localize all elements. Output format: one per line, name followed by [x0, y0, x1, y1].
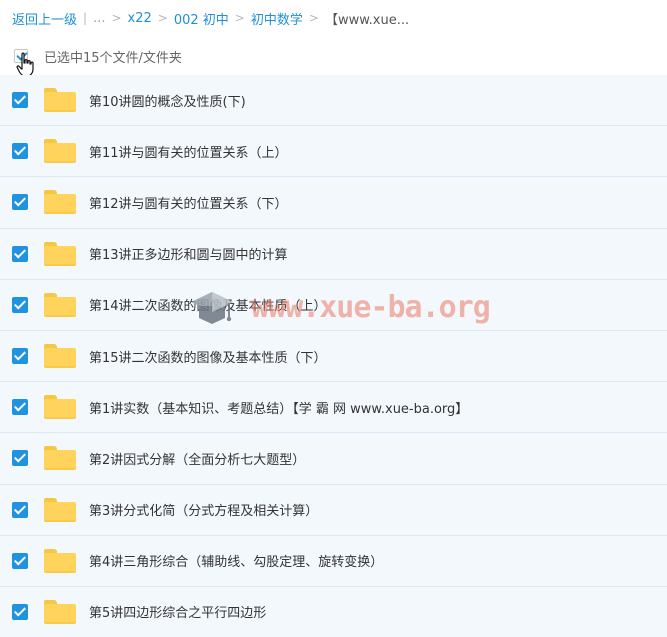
file-row[interactable]: 第12讲与圆有关的位置关系（下） — [0, 177, 667, 229]
row-checkbox[interactable] — [12, 143, 28, 160]
file-name[interactable]: 第10讲圆的概念及性质(下) — [89, 91, 246, 110]
file-name[interactable]: 第11讲与圆有关的位置关系（上） — [89, 142, 288, 161]
folder-icon — [44, 292, 76, 317]
row-checkbox[interactable] — [12, 501, 28, 518]
breadcrumb-separator: > — [111, 11, 122, 25]
folder-icon — [44, 344, 76, 369]
file-row[interactable]: 第11讲与圆有关的位置关系（上） — [0, 126, 667, 178]
file-name[interactable]: 第15讲二次函数的图像及基本性质（下） — [89, 347, 327, 366]
folder-icon — [44, 446, 76, 471]
file-row[interactable]: 第15讲二次函数的图像及基本性质（下） — [0, 330, 667, 383]
breadcrumb-current: 【www.xue... — [324, 12, 410, 28]
file-row[interactable]: 第3讲分式化简（分式方程及相关计算） — [0, 484, 667, 536]
selection-bar: 已选中15个文件/文件夹 — [14, 46, 182, 66]
row-checkbox[interactable] — [12, 603, 28, 620]
selection-count: 已选中15个文件/文件夹 — [44, 50, 182, 66]
folder-icon — [44, 599, 76, 624]
file-row[interactable]: 第2讲因式分解（全面分析七大题型） — [0, 433, 667, 485]
file-row[interactable]: 第1讲实数（基本知识、考题总结）【学 霸 网 www.xue-ba.org】 — [0, 382, 667, 434]
breadcrumb-item-math[interactable]: 初中数学 — [251, 9, 303, 28]
file-row[interactable]: 第4讲三角形综合（辅助线、勾股定理、旋转变换） — [0, 535, 667, 587]
breadcrumb-item-middle-school[interactable]: 002 初中 — [174, 9, 229, 28]
row-checkbox[interactable] — [12, 399, 28, 416]
folder-icon — [44, 497, 76, 522]
row-checkbox[interactable] — [12, 92, 28, 109]
folder-icon — [44, 139, 76, 164]
row-checkbox[interactable] — [12, 348, 28, 365]
folder-icon — [44, 548, 76, 573]
row-checkbox[interactable] — [12, 450, 28, 467]
folder-icon — [44, 88, 76, 113]
file-name[interactable]: 第1讲实数（基本知识、考题总结）【学 霸 网 www.xue-ba.org】 — [89, 398, 468, 417]
back-link[interactable]: 返回上一级 — [12, 9, 77, 28]
file-name[interactable]: 第2讲因式分解（全面分析七大题型） — [89, 449, 305, 468]
row-checkbox[interactable] — [12, 552, 28, 569]
file-name[interactable]: 第5讲四边形综合之平行四边形 — [89, 602, 266, 621]
file-name[interactable]: 第14讲二次函数的图像及基本性质（上） — [89, 295, 327, 314]
file-list: 第10讲圆的概念及性质(下) 第11讲与圆有关的位置关系（上） 第12讲与圆有关… — [0, 75, 667, 637]
file-name[interactable]: 第12讲与圆有关的位置关系（下） — [89, 193, 288, 212]
file-row[interactable]: 第10讲圆的概念及性质(下) — [0, 75, 667, 127]
folder-icon — [44, 241, 76, 266]
file-browser: 返回上一级 | ... > x22 > 002 初中 > 初中数学 > 【www… — [0, 0, 667, 637]
file-row[interactable]: 第14讲二次函数的图像及基本性质（上） — [0, 279, 667, 331]
breadcrumb-separator: > — [157, 11, 168, 25]
file-row[interactable]: 第5讲四边形综合之平行四边形 — [0, 586, 667, 637]
file-name[interactable]: 第3讲分式化简（分式方程及相关计算） — [89, 500, 318, 519]
breadcrumb-ellipsis[interactable]: ... — [93, 11, 105, 26]
breadcrumb: 返回上一级 | ... > x22 > 002 初中 > 初中数学 > 【www… — [12, 8, 409, 28]
breadcrumb-separator: > — [308, 11, 319, 25]
folder-icon — [44, 190, 76, 215]
file-name[interactable]: 第13讲正多边形和圆与圆中的计算 — [89, 244, 288, 263]
row-checkbox[interactable] — [12, 245, 28, 262]
row-checkbox[interactable] — [12, 194, 28, 211]
file-row[interactable]: 第13讲正多边形和圆与圆中的计算 — [0, 228, 667, 280]
row-checkbox[interactable] — [12, 296, 28, 313]
breadcrumb-item-x22[interactable]: x22 — [128, 11, 152, 26]
breadcrumb-separator: > — [234, 11, 245, 25]
folder-icon — [44, 395, 76, 420]
file-name[interactable]: 第4讲三角形综合（辅助线、勾股定理、旋转变换） — [89, 551, 383, 570]
breadcrumb-divider: | — [83, 11, 88, 25]
